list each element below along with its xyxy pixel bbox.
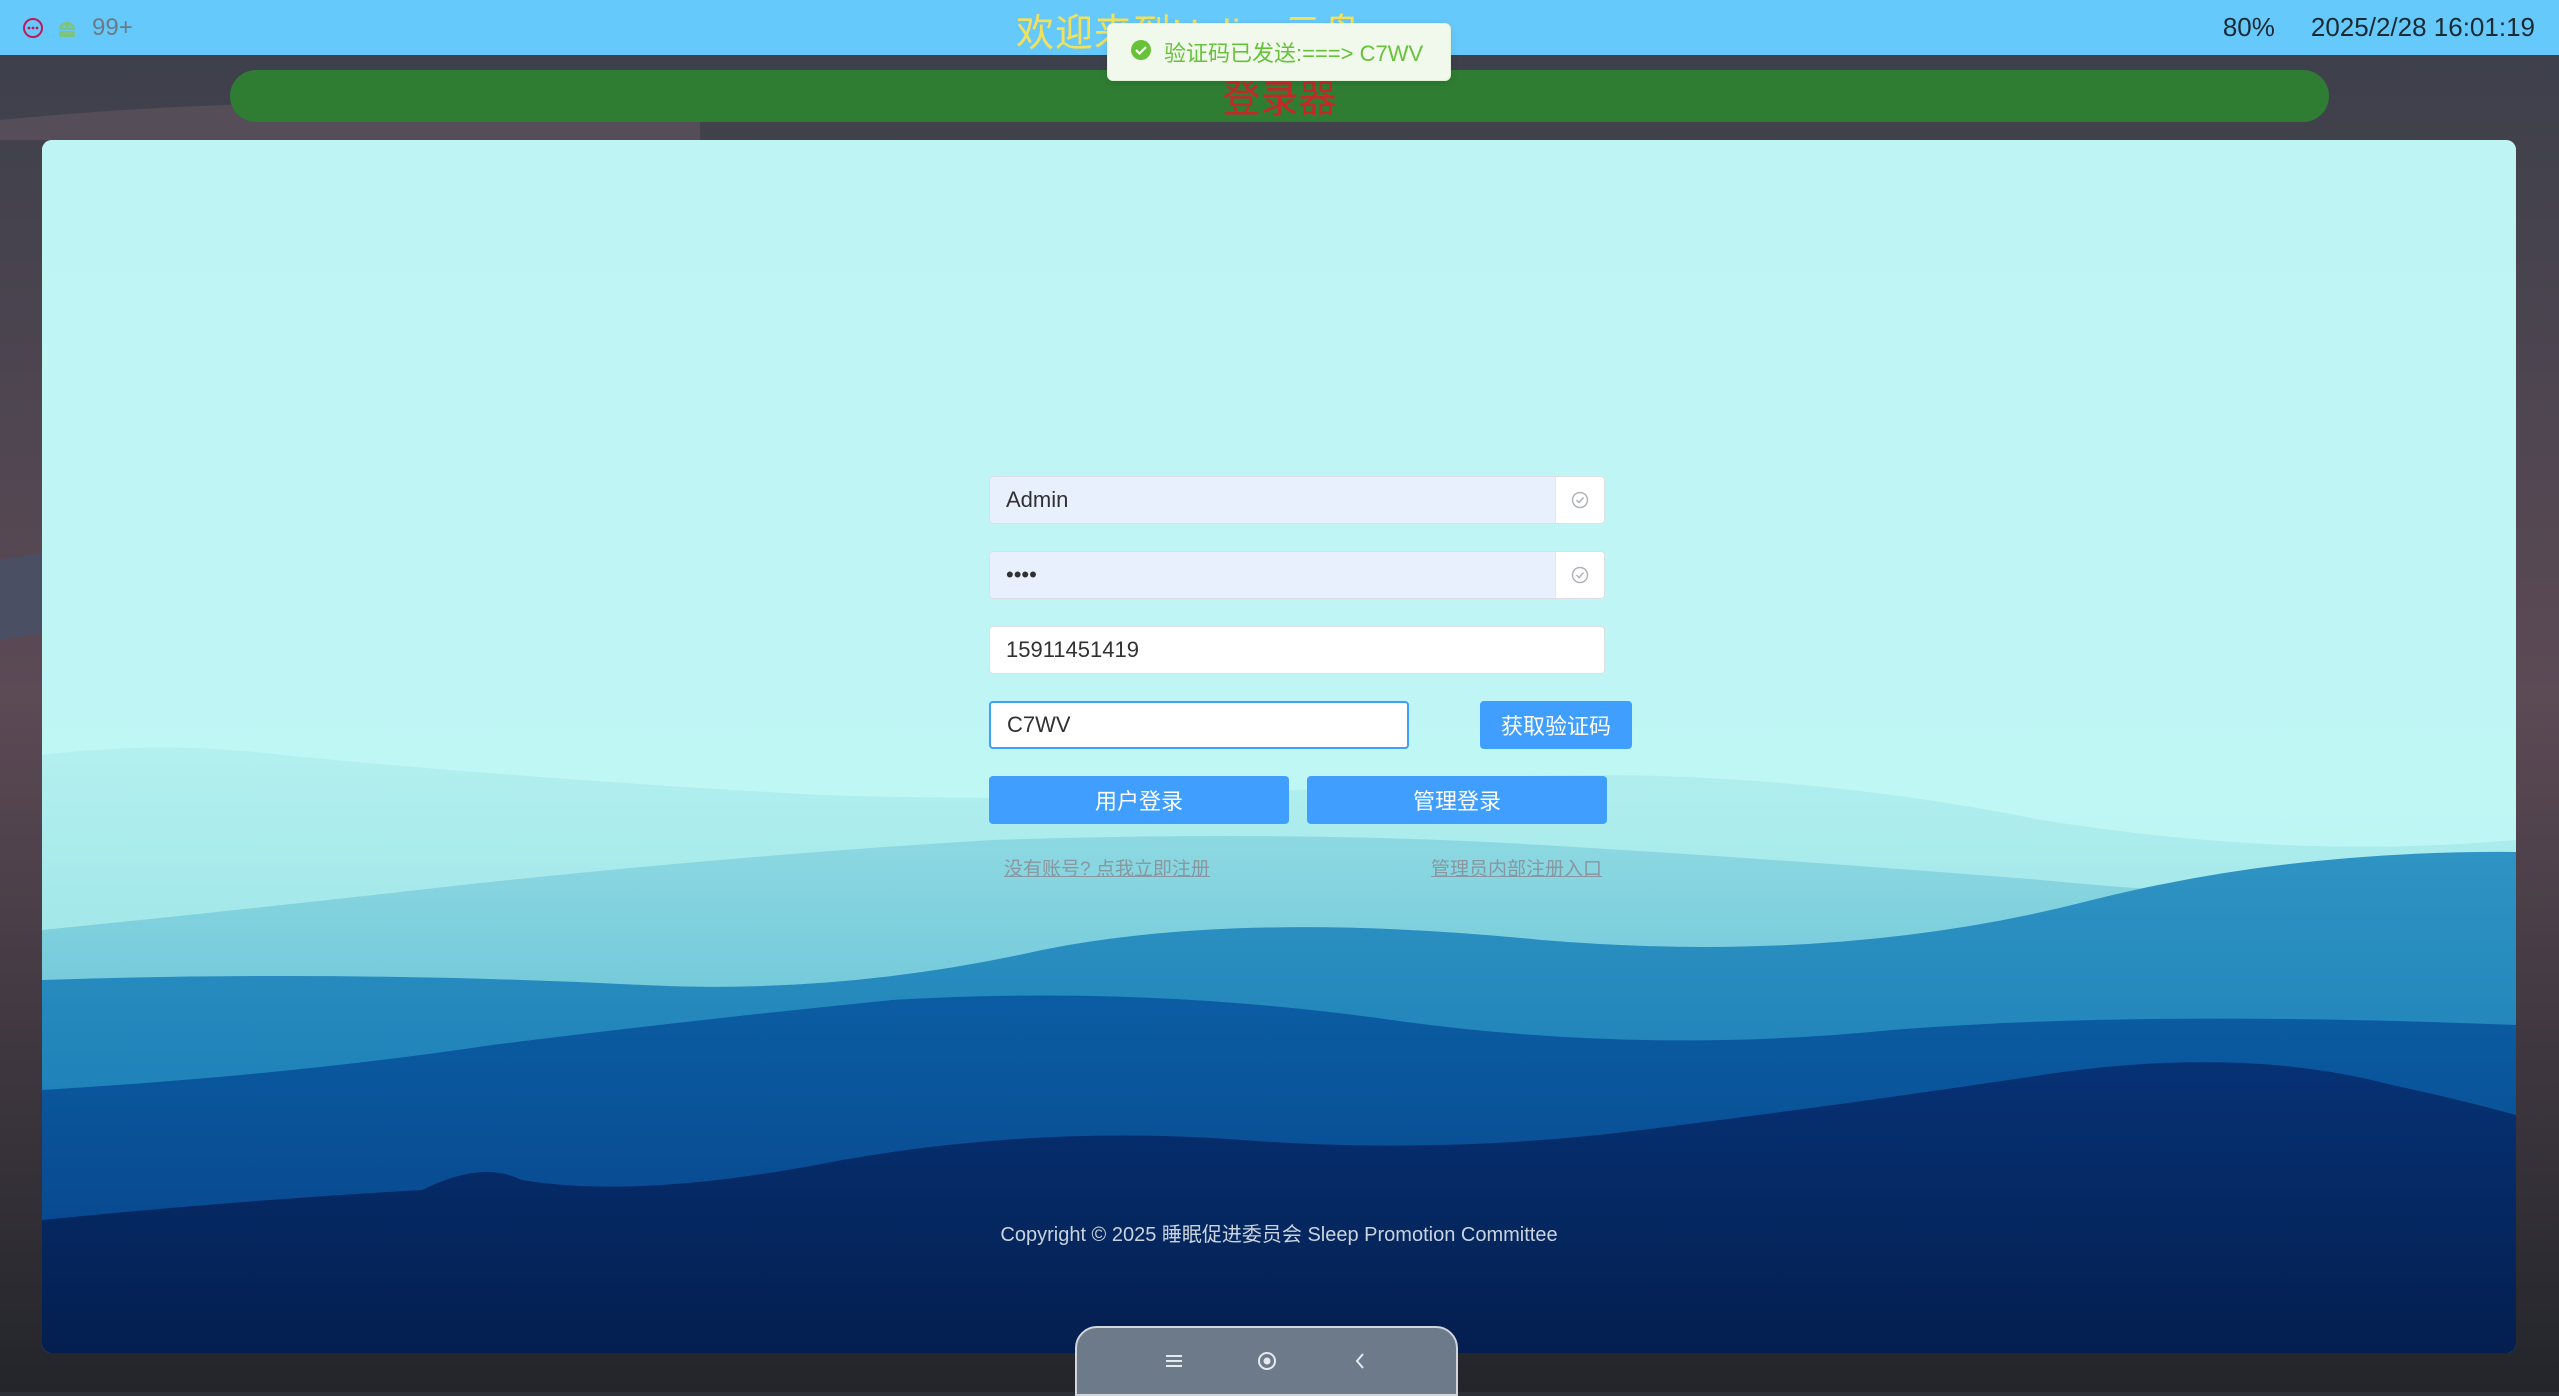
copyright-text: Copyright © 2025 睡眠促进委员会 Sleep Promotion… — [1000, 1224, 1558, 1246]
register-link[interactable]: 没有账号? 点我立即注册 — [1004, 854, 1210, 881]
back-icon[interactable] — [1340, 1341, 1380, 1381]
notification-count: 99+ — [92, 13, 133, 41]
zoom-level: 80% — [2222, 12, 2275, 42]
success-check-icon — [1130, 39, 1152, 66]
home-icon[interactable] — [1247, 1341, 1287, 1381]
admin-login-button[interactable]: 管理登录 — [1307, 776, 1607, 824]
username-field — [989, 476, 1605, 524]
captcha-input[interactable] — [991, 703, 1405, 747]
phone-field — [989, 626, 1605, 674]
username-input[interactable] — [990, 477, 1550, 523]
login-panel: 获取验证码 用户登录 管理登录 没有账号? 点我立即注册 管理员内部注册入口 C… — [42, 140, 2516, 1353]
captcha-field — [989, 701, 1409, 749]
menu-icon[interactable] — [1154, 1341, 1194, 1381]
username-valid-icon — [1555, 477, 1604, 523]
admin-register-link[interactable]: 管理员内部注册入口 — [1431, 854, 1602, 881]
get-code-button[interactable]: 获取验证码 — [1480, 701, 1632, 749]
clock: 2025/2/28 16:01:19 — [2310, 12, 2535, 42]
android-icon[interactable] — [56, 17, 78, 39]
banner-title: 登录器 — [1222, 79, 1337, 121]
phone-input[interactable] — [990, 627, 1602, 673]
password-input[interactable] — [990, 552, 1550, 598]
user-login-button[interactable]: 用户登录 — [989, 776, 1289, 824]
password-field — [989, 551, 1605, 599]
bottom-dock — [1075, 1326, 1458, 1396]
success-toast: 验证码已发送:===> C7WV — [1107, 23, 1451, 81]
toast-message: 验证码已发送:===> C7WV — [1164, 41, 1424, 66]
password-valid-icon — [1555, 552, 1604, 598]
chat-icon[interactable] — [22, 17, 44, 39]
